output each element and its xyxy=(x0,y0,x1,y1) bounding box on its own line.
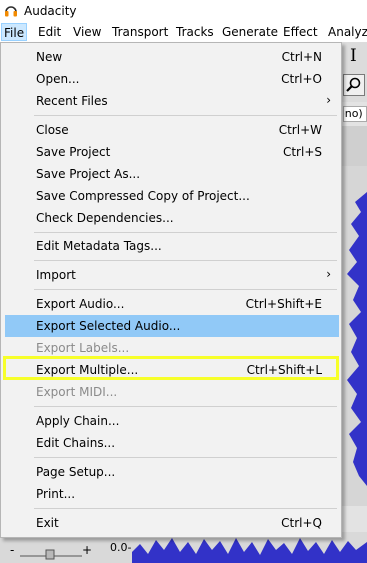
menu-item-label: Check Dependencies... xyxy=(36,211,174,225)
menu-item-export-midi: Export MIDI... xyxy=(5,381,339,403)
menu-item-save-project-as[interactable]: Save Project As... xyxy=(5,163,339,185)
track-format-label: ono) xyxy=(343,106,367,122)
submenu-arrow-icon: › xyxy=(326,267,331,281)
menu-item-label: Export MIDI... xyxy=(36,385,118,399)
menu-item-import[interactable]: Import › xyxy=(5,264,339,286)
svg-text:-: - xyxy=(10,543,14,557)
menu-separator xyxy=(34,457,337,458)
menu-item-exit[interactable]: Exit Ctrl+Q xyxy=(5,512,339,534)
menu-item-print[interactable]: Print... xyxy=(5,483,339,505)
menu-item-label: Export Labels... xyxy=(36,341,130,355)
menu-separator xyxy=(34,508,337,509)
menu-item-new[interactable]: New Ctrl+N xyxy=(5,46,339,68)
svg-text:+: + xyxy=(82,543,92,557)
track-value: 0.0- xyxy=(110,541,132,554)
shortcut-label: Ctrl+S xyxy=(282,145,322,159)
shortcut-label: Ctrl+Shift+E xyxy=(245,297,322,311)
menu-transport[interactable]: Transport xyxy=(112,25,168,39)
menu-separator xyxy=(34,115,337,116)
menu-item-label: Apply Chain... xyxy=(36,414,120,428)
menu-separator xyxy=(34,260,337,261)
menu-file[interactable]: File xyxy=(1,23,28,41)
menu-item-label: Save Project xyxy=(36,145,111,159)
menu-item-export-selected-audio[interactable]: Export Selected Audio... xyxy=(5,315,339,337)
menu-separator xyxy=(34,289,337,290)
menu-item-edit-chains[interactable]: Edit Chains... xyxy=(5,432,339,454)
menu-item-label: Open... xyxy=(36,72,80,86)
menu-item-label: Export Selected Audio... xyxy=(36,319,181,333)
shortcut-label: Ctrl+O xyxy=(281,72,322,86)
menu-item-label: Export Audio... xyxy=(36,297,125,311)
menu-edit[interactable]: Edit xyxy=(38,25,61,39)
menu-item-label: Edit Chains... xyxy=(36,436,116,450)
gain-slider[interactable]: - + xyxy=(10,540,92,560)
timeline-ruler[interactable] xyxy=(342,126,367,166)
menu-item-save-project[interactable]: Save Project Ctrl+S xyxy=(5,141,339,163)
waveform xyxy=(347,192,367,486)
menu-item-recent-files[interactable]: Recent Files › xyxy=(5,90,339,112)
menu-generate[interactable]: Generate xyxy=(222,25,278,39)
shortcut-label: Ctrl+N xyxy=(281,50,322,64)
menu-item-label: Print... xyxy=(36,487,76,501)
menu-effect[interactable]: Effect xyxy=(283,25,318,39)
menu-item-close[interactable]: Close Ctrl+W xyxy=(5,119,339,141)
menu-item-label: Exit xyxy=(36,516,59,530)
menu-item-label: Export Multiple... xyxy=(36,363,139,377)
submenu-arrow-icon: › xyxy=(326,93,331,107)
shortcut-label: Ctrl+Q xyxy=(281,516,322,530)
menu-separator xyxy=(34,406,337,407)
menu-item-edit-metadata-tags[interactable]: Edit Metadata Tags... xyxy=(5,235,339,257)
title-bar: Audacity xyxy=(0,0,367,22)
menu-analyze[interactable]: Analyze xyxy=(328,25,367,39)
audacity-logo-icon xyxy=(5,6,17,17)
menu-item-label: Edit Metadata Tags... xyxy=(36,239,162,253)
menu-item-apply-chain[interactable]: Apply Chain... xyxy=(5,410,339,432)
menu-bar: File Edit View Transport Tracks Generate… xyxy=(0,22,367,42)
menu-view[interactable]: View xyxy=(73,25,101,39)
shortcut-label: Ctrl+W xyxy=(278,123,322,137)
menu-item-label: Recent Files xyxy=(36,94,108,108)
window-title: Audacity xyxy=(24,4,77,18)
menu-item-label: New xyxy=(36,50,63,64)
menu-item-save-compressed-copy[interactable]: Save Compressed Copy of Project... xyxy=(5,185,339,207)
shortcut-label: Ctrl+Shift+L xyxy=(246,363,322,377)
zoom-tool-button[interactable] xyxy=(343,74,365,96)
menu-item-label: Save Compressed Copy of Project... xyxy=(36,189,250,203)
menu-item-label: Save Project As... xyxy=(36,167,141,181)
menu-item-label: Close xyxy=(36,123,69,137)
menu-item-page-setup[interactable]: Page Setup... xyxy=(5,461,339,483)
menu-tracks[interactable]: Tracks xyxy=(176,25,214,39)
menu-item-export-multiple[interactable]: Export Multiple... Ctrl+Shift+L xyxy=(5,359,339,381)
menu-item-export-audio[interactable]: Export Audio... Ctrl+Shift+E xyxy=(5,293,339,315)
menu-item-export-labels: Export Labels... xyxy=(5,337,339,359)
selection-tool-icon[interactable]: I xyxy=(350,46,357,66)
magnifier-icon xyxy=(346,77,361,92)
menu-item-label: Page Setup... xyxy=(36,465,116,479)
menu-item-label: Import xyxy=(36,268,76,282)
menu-separator xyxy=(34,232,337,233)
file-menu-dropdown: New Ctrl+N Open... Ctrl+O Recent Files ›… xyxy=(0,42,342,538)
menu-item-open[interactable]: Open... Ctrl+O xyxy=(5,68,339,90)
menu-item-check-dependencies[interactable]: Check Dependencies... xyxy=(5,207,339,229)
